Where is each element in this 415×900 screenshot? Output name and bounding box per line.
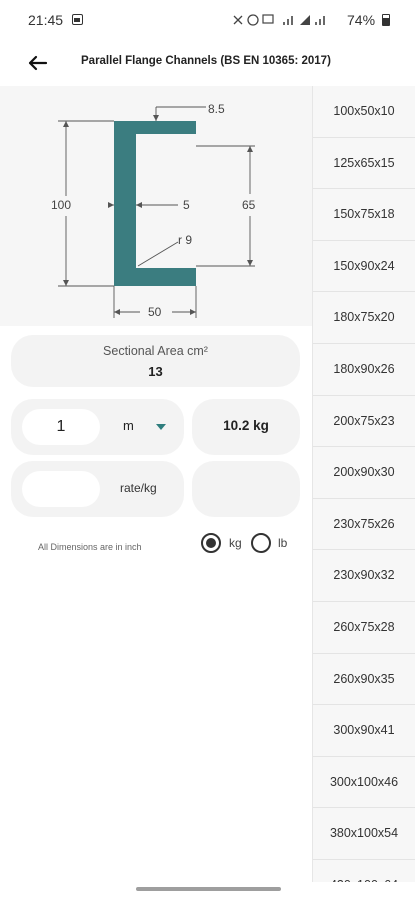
gallery-icon	[72, 14, 83, 25]
app-bar: Parallel Flange Channels (BS EN 10365: 2…	[0, 40, 415, 86]
total-card	[192, 461, 300, 517]
section-diagram: 8.5 100 5 65 r 9 50	[0, 86, 312, 326]
size-item[interactable]: 150x75x18	[313, 189, 415, 241]
size-item[interactable]: 230x90x32	[313, 550, 415, 602]
signal-icon	[233, 14, 325, 26]
size-item[interactable]: 150x90x24	[313, 241, 415, 293]
rate-input[interactable]	[22, 471, 100, 507]
dim-height: 100	[51, 198, 71, 212]
chevron-down-icon[interactable]	[156, 424, 166, 430]
arrow-left-icon	[28, 55, 48, 71]
unit-radio-lb[interactable]	[251, 533, 271, 553]
sectional-area-label: Sectional Area cm²	[103, 344, 208, 358]
status-time: 21:45	[28, 12, 64, 28]
dim-web-thickness: 5	[183, 198, 190, 212]
size-item[interactable]: 260x75x28	[313, 602, 415, 654]
back-button[interactable]	[24, 49, 52, 77]
dim-flange-thickness: 8.5	[208, 102, 225, 116]
size-item[interactable]: 180x75x20	[313, 292, 415, 344]
size-item[interactable]: 230x75x26	[313, 499, 415, 551]
size-item[interactable]: 125x65x15	[313, 138, 415, 190]
length-card: 1 m	[11, 399, 184, 455]
size-item[interactable]: 300x100x46	[313, 757, 415, 809]
weight-value: 10.2 kg	[223, 418, 269, 433]
status-bar: 21:45 74%	[0, 0, 415, 40]
unit-radio-kg[interactable]	[201, 533, 221, 553]
sectional-area-value: 13	[148, 364, 163, 379]
system-icons	[232, 13, 342, 30]
rate-unit-label: rate/kg	[120, 481, 157, 495]
size-item[interactable]: 200x75x23	[313, 396, 415, 448]
size-item[interactable]: 380x100x54	[313, 808, 415, 860]
size-list: 100x50x10 125x65x15 150x75x18 150x90x24 …	[312, 86, 415, 882]
length-unit-select[interactable]: m	[123, 418, 134, 433]
size-item[interactable]: 200x90x30	[313, 447, 415, 499]
battery-percent: 74%	[347, 12, 376, 28]
rate-card: rate/kg	[11, 461, 184, 517]
size-item[interactable]: 260x90x35	[313, 654, 415, 706]
dimensions-note: All Dimensions are in inch	[38, 542, 142, 552]
size-item[interactable]: 100x50x10	[313, 86, 415, 138]
length-input[interactable]: 1	[22, 409, 100, 445]
size-item[interactable]: 430x100x64	[313, 860, 415, 882]
page-title: Parallel Flange Channels (BS EN 10365: 2…	[81, 55, 331, 67]
dim-inner-depth: 65	[242, 198, 256, 212]
dim-width: 50	[148, 305, 162, 319]
size-item[interactable]: 180x90x26	[313, 344, 415, 396]
gesture-bar[interactable]	[136, 887, 281, 891]
size-item[interactable]: 300x90x41	[313, 705, 415, 757]
unit-label-kg: kg	[229, 536, 242, 550]
sectional-area-card: Sectional Area cm² 13	[11, 335, 300, 387]
unit-label-lb: lb	[278, 536, 288, 550]
calculator-panel: 8.5 100 5 65 r 9 50 Sectional Area cm² 1…	[0, 86, 312, 900]
dim-root-radius: r 9	[178, 233, 192, 247]
battery-icon	[382, 14, 390, 26]
weight-card: 10.2 kg	[192, 399, 300, 455]
